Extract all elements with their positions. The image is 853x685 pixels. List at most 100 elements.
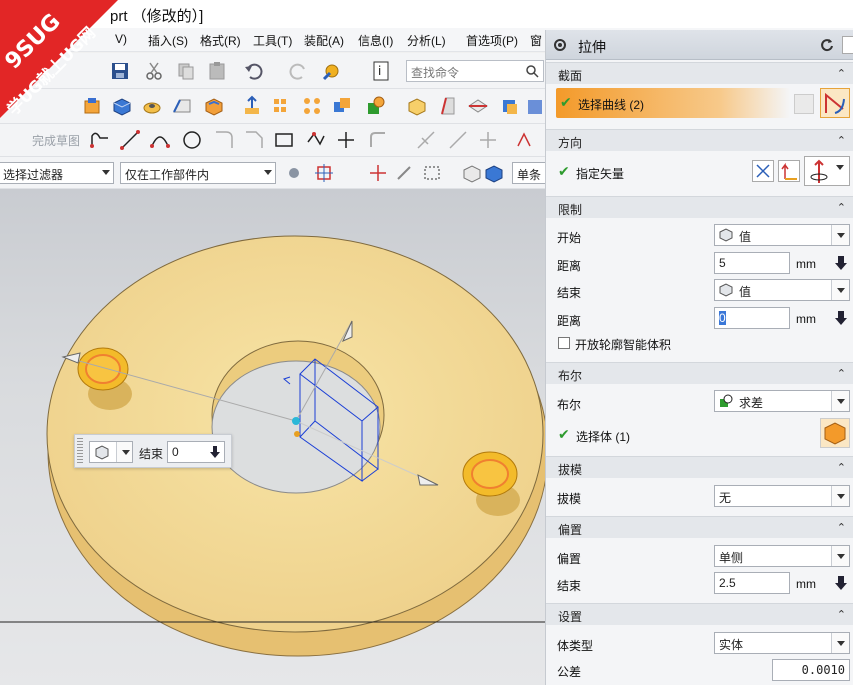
chevron-down-icon [116, 442, 132, 462]
paste-icon[interactable] [205, 59, 229, 83]
menu-insert[interactable]: 插入(S) [148, 32, 188, 49]
arc-icon[interactable] [148, 128, 172, 152]
command-search-input[interactable]: 查找命令 [406, 60, 544, 82]
pattern-icon[interactable] [270, 94, 294, 118]
arrow-down-icon[interactable] [208, 445, 222, 459]
end-distance-input[interactable]: 0 [714, 307, 790, 329]
chevron-down-icon [831, 546, 849, 566]
quick-extend-icon[interactable] [446, 128, 470, 152]
open-profile-checkbox[interactable] [558, 337, 570, 349]
fillet-icon[interactable] [212, 128, 236, 152]
section-title: 设置 [558, 610, 583, 624]
end-handle[interactable] [294, 431, 300, 437]
copy-icon[interactable] [174, 59, 198, 83]
section-title: 布尔 [558, 369, 583, 383]
menu-window[interactable]: 窗 [530, 32, 542, 49]
section-header-section[interactable]: 截面 ⌃ [546, 62, 853, 84]
chamfer-sketch-icon[interactable] [242, 128, 266, 152]
unit-label: mm [796, 577, 816, 591]
draft-select[interactable]: 无 [714, 485, 850, 507]
gear-icon[interactable] [552, 37, 568, 53]
drag-handle[interactable] [77, 438, 83, 464]
menu-assembly[interactable]: 装配(A) [304, 32, 344, 49]
section-header-direction[interactable]: 方向 ⌃ [546, 129, 853, 151]
reset-icon[interactable] [820, 38, 834, 52]
draft-label: 拔模 [557, 492, 582, 506]
section-header-draft[interactable]: 拔模 ⌃ [546, 456, 853, 478]
vector-type-select[interactable] [804, 156, 850, 186]
end-value-input[interactable]: 0 [167, 441, 225, 463]
make-corner-icon[interactable] [476, 128, 500, 152]
info-window-icon[interactable]: i [369, 59, 393, 83]
section-header-settings[interactable]: 设置 ⌃ [546, 603, 853, 625]
snap-end-icon[interactable] [366, 161, 390, 185]
offset-end-label: 结束 [557, 579, 582, 593]
graphics-viewport[interactable]: 结束 0 [0, 189, 545, 685]
close-button[interactable] [842, 36, 853, 54]
section-header-limits[interactable]: 限制 ⌃ [546, 196, 853, 218]
arrow-down-icon[interactable] [832, 307, 850, 329]
offset-curve-icon[interactable] [366, 128, 390, 152]
render-style-icon[interactable] [482, 161, 506, 185]
start-distance-input[interactable]: 5 [714, 252, 790, 274]
point-icon[interactable] [334, 128, 358, 152]
menu-info[interactable]: 信息(I) [358, 32, 393, 49]
polygon-icon[interactable] [304, 128, 328, 152]
snap-point-icon[interactable] [312, 161, 336, 185]
circle-icon[interactable] [180, 128, 204, 152]
snap-mid-icon[interactable] [392, 161, 416, 185]
tolerance-input[interactable]: 0.0010 [772, 659, 850, 681]
quick-trim-icon[interactable] [414, 128, 438, 152]
cube-icon [719, 283, 733, 297]
menu-format[interactable]: 格式(R) [200, 32, 241, 49]
section-header-offset[interactable]: 偏置 ⌃ [546, 516, 853, 538]
trim-body-icon[interactable] [466, 94, 490, 118]
move-face-icon[interactable] [240, 94, 264, 118]
selection-settings-icon[interactable] [282, 161, 306, 185]
type-filter-select[interactable]: 选择过滤器 [0, 162, 114, 184]
offset-end-input[interactable]: 2.5 [714, 572, 790, 594]
select-curve-row[interactable]: ✔ 选择曲线 (2) [556, 88, 790, 118]
chamfer-icon[interactable] [170, 94, 194, 118]
rectangle-icon[interactable] [272, 128, 296, 152]
arrow-down-icon[interactable] [832, 572, 850, 594]
menu-tools[interactable]: 工具(T) [253, 32, 292, 49]
section-header-boolean[interactable]: 布尔 ⌃ [546, 362, 853, 384]
menu-preferences[interactable]: 首选项(P) [466, 32, 518, 49]
curve-icon[interactable] [820, 88, 850, 118]
subtract-icon[interactable] [364, 94, 388, 118]
type-filter-value: 选择过滤器 [3, 168, 64, 182]
body-type-select[interactable]: 实体 [714, 632, 850, 654]
command-finder-icon[interactable] [320, 59, 344, 83]
boolean-label: 布尔 [557, 398, 582, 412]
boolean-select[interactable]: 求差 [714, 390, 850, 412]
start-type-select[interactable]: 值 [714, 224, 850, 246]
end-type-select[interactable]: 值 [714, 279, 850, 301]
show-hide-icon[interactable] [460, 161, 484, 185]
vector-dialog-icon[interactable] [778, 160, 800, 182]
section-title: 拔模 [558, 463, 583, 477]
section-title: 限制 [558, 203, 583, 217]
reverse-direction-icon[interactable] [752, 160, 774, 182]
arrow-down-icon[interactable] [832, 252, 850, 274]
rectangle-select-icon[interactable] [420, 161, 444, 185]
tolerance-value: 0.0010 [801, 663, 845, 677]
end-type-select[interactable] [89, 441, 133, 463]
circular-pattern-icon[interactable] [300, 94, 324, 118]
offset-face-icon[interactable] [498, 94, 522, 118]
unite-icon[interactable] [330, 94, 354, 118]
box-icon[interactable] [405, 94, 429, 118]
origin-handle[interactable] [292, 417, 300, 425]
dialog-header: 拉伸 [546, 30, 853, 60]
undo-icon[interactable] [242, 59, 266, 83]
offset-select[interactable]: 单侧 [714, 545, 850, 567]
select-body-button[interactable] [820, 418, 850, 448]
collapse-icon: ⌃ [836, 368, 846, 380]
menu-analysis[interactable]: 分析(L) [407, 32, 446, 49]
draft-icon[interactable] [436, 94, 460, 118]
redo-icon[interactable] [286, 59, 310, 83]
sketch-section-icon[interactable] [794, 94, 814, 114]
constraints-icon[interactable] [512, 128, 536, 152]
shell-icon[interactable] [202, 94, 226, 118]
selection-scope-select[interactable]: 仅在工作部件内 [120, 162, 276, 184]
